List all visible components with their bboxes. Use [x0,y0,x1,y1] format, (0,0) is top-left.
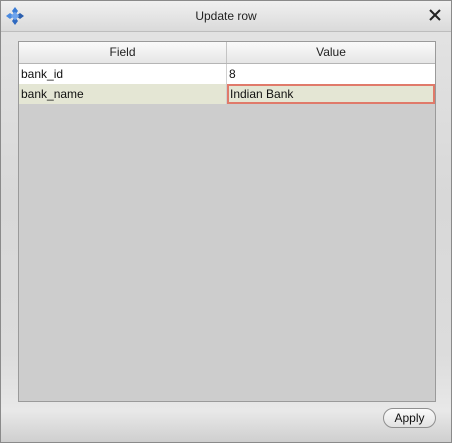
field-value-table: Field Value bank_id 8 bank_name [18,41,436,402]
title-bar[interactable]: Update row [1,1,451,32]
apply-button[interactable]: Apply [383,408,436,428]
value-cell[interactable]: 8 [227,64,435,84]
table-row-selected[interactable]: bank_name [19,84,435,104]
column-header-value[interactable]: Value [227,42,435,63]
dialog-title: Update row [195,9,257,23]
field-cell[interactable]: bank_name [19,84,227,104]
close-icon[interactable] [427,7,443,23]
column-header-field[interactable]: Field [19,42,227,63]
update-row-dialog: Update row Field Value bank_id 8 bank_na… [0,0,452,443]
table-row[interactable]: bank_id 8 [19,64,435,85]
value-editor-input[interactable] [227,84,435,104]
field-cell[interactable]: bank_id [19,64,227,84]
table-header: Field Value [19,42,435,64]
